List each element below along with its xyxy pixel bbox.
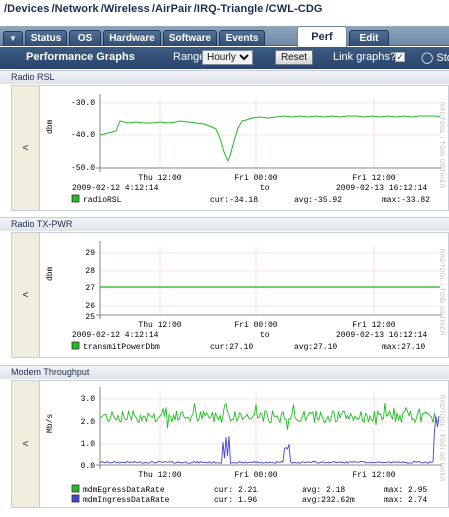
txpwr-watermark: RRDTOOL / TOBI OETIKER	[438, 249, 444, 336]
toolbar-title: Performance Graphs	[26, 51, 135, 63]
reset-button[interactable]: Reset	[275, 50, 313, 65]
range-label: Range	[173, 51, 206, 63]
txpwr-ytick-4: 25	[85, 313, 95, 322]
txpwr-xtick-2: Fri 12:00	[352, 321, 395, 330]
collapse-modem-throughput-button[interactable]: <	[12, 381, 40, 507]
collapse-radio-tx-pwr-button[interactable]: <	[12, 233, 40, 357]
stop-label: Sto	[436, 52, 449, 64]
rsl-legend-swatch	[71, 194, 80, 203]
rsl-to: to	[260, 184, 270, 193]
tab-edit[interactable]: Edit	[349, 30, 389, 46]
tab-bar: ▼ Status OS Hardware Software Events Per…	[0, 26, 449, 47]
mdmegressdatarate-series-line	[99, 402, 440, 430]
modem-throughput-graph: 3.0 2.0 1.0 0.0 Mb/s Thu 12:00 Fri 00:00…	[40, 381, 448, 507]
rsl-start-date: 2009-02-12 4:12:14	[72, 184, 159, 193]
radio-tx-pwr-panel: < 29 28 27 26 25 dbm Thu 12:00 Fri 00:00…	[11, 232, 449, 358]
txpwr-xtick-1: Fri 00:00	[234, 321, 277, 330]
ingress-legend-cur: cur: 1.96	[214, 496, 257, 505]
egress-legend-max: max: 2.95	[384, 486, 427, 495]
rsl-xtick-0: Thu 12:00	[138, 174, 181, 183]
rsl-legend-max: max:-33.82	[382, 196, 430, 205]
link-graphs-checkbox[interactable]: ✓	[395, 52, 405, 62]
rsl-watermark: RRDTOOL / TOBI OETIKER	[438, 102, 444, 189]
tput-ytick-0: 3.0	[81, 395, 96, 404]
rsl-legend-cur: cur:-34.18	[210, 196, 258, 205]
mdmingressdatarate-series-line	[99, 415, 440, 464]
link-graphs-label: Link graphs?	[333, 51, 396, 63]
ingress-legend-name: mdmIngressDataRate	[83, 496, 170, 505]
txpwr-xtick-0: Thu 12:00	[138, 321, 181, 330]
tab-software[interactable]: Software	[163, 30, 217, 46]
tput-xtick-1: Fri 00:00	[234, 471, 277, 480]
panel-title-radio-rsl: Radio RSL	[0, 70, 449, 84]
tput-ytick-3: 0.0	[81, 462, 96, 471]
radio-rsl-graph: -30.0 -40.0 -50.0 dbm Thu 12:00 Fri 00:0…	[40, 86, 448, 210]
txpwr-ytick-0: 29	[85, 249, 95, 258]
txpwr-ytick-1: 28	[85, 267, 95, 276]
tput-ytick-1: 2.0	[81, 418, 96, 427]
tab-hardware[interactable]: Hardware	[103, 30, 161, 46]
txpwr-legend-max: max:27.10	[382, 343, 425, 352]
throughput-grid	[100, 391, 440, 465]
rsl-legend-name: radioRSL	[83, 196, 122, 205]
ingress-legend-swatch	[71, 494, 80, 503]
perf-toolbar: Performance Graphs Range Hourly Reset Li…	[0, 47, 449, 69]
txpwr-to: to	[260, 331, 270, 340]
tab-menu-arrow-icon[interactable]: ▼	[3, 31, 23, 46]
tab-events[interactable]: Events	[219, 30, 265, 46]
txpwr-ylabel: dbm	[46, 266, 55, 281]
egress-legend-avg: avg: 2.18	[302, 486, 345, 495]
radio-rsl-chart: -30.0 -40.0 -50.0 dbm Thu 12:00 Fri 00:0…	[46, 94, 442, 205]
breadcrumb: /Devices/Network/Wireless/AirPair/IRQ-Tr…	[4, 3, 325, 15]
stop-icon: ◯	[421, 52, 437, 64]
radio-tx-pwr-graph: 29 28 27 26 25 dbm Thu 12:00 Fri 00:00 F…	[40, 233, 448, 357]
egress-legend-swatch	[71, 484, 80, 493]
egress-legend-name: mdmEgressDataRate	[83, 486, 165, 495]
breadcrumb-network[interactable]: /Network	[51, 3, 98, 15]
tput-ylabel: Mb/s	[46, 414, 55, 433]
tab-perf[interactable]: Perf	[297, 26, 347, 47]
rsl-legend-avg: avg:-35.92	[294, 196, 342, 205]
breadcrumb-wireless[interactable]: /Wireless	[101, 3, 150, 15]
stop-button[interactable]: ◯ Sto	[421, 51, 449, 64]
txpwr-start-date: 2009-02-12 4:12:14	[72, 331, 159, 340]
panel-title-modem-throughput: Modem Throughput	[0, 365, 449, 379]
rsl-ytick-0: -30.0	[71, 99, 95, 108]
breadcrumb-cwl-cdg: /CWL-CDG	[265, 3, 323, 15]
rsl-xtick-1: Fri 00:00	[234, 174, 277, 183]
egress-legend-cur: cur: 2.21	[214, 486, 257, 495]
ingress-legend-max: max: 2.74	[384, 496, 427, 505]
tab-status[interactable]: Status	[25, 30, 67, 46]
tput-xtick-2: Fri 12:00	[352, 471, 395, 480]
txpwr-legend-avg: avg:27.10	[294, 343, 337, 352]
range-select[interactable]: Hourly	[202, 50, 253, 65]
txpwr-end-date: 2009-02-13 16:12:14	[336, 331, 427, 340]
txpwr-legend-cur: cur:27.10	[210, 343, 253, 352]
breadcrumb-devices[interactable]: /Devices	[4, 3, 49, 15]
modem-throughput-chart: 3.0 2.0 1.0 0.0 Mb/s Thu 12:00 Fri 00:00…	[46, 387, 442, 505]
collapse-radio-rsl-button[interactable]: <	[12, 86, 40, 210]
rsl-end-date: 2009-02-13 16:12:14	[336, 184, 427, 193]
radio-tx-pwr-chart: 29 28 27 26 25 dbm Thu 12:00 Fri 00:00 F…	[46, 241, 442, 352]
txpwr-ytick-2: 27	[85, 284, 95, 293]
radio-rsl-panel: < -30.0 -40.0 -50.0 dbm Thu 12:00 Fri 00…	[11, 85, 449, 211]
breadcrumb-irq-triangle[interactable]: /IRQ-Triangle	[194, 3, 264, 15]
txpwr-ytick-3: 26	[85, 302, 95, 311]
tput-watermark: RRDTOOL / TOBI OETIKER	[438, 395, 444, 482]
ingress-legend-avg: avg:232.62m	[302, 496, 355, 505]
tput-ytick-2: 1.0	[81, 440, 96, 449]
rsl-ylabel: dbm	[46, 119, 55, 134]
modem-throughput-panel: < 3.0 2.0 1.0 0.0 Mb/s Thu 12:00 Fri 00:…	[11, 380, 449, 508]
txpwr-legend-swatch	[71, 341, 80, 350]
rsl-xtick-2: Fri 12:00	[352, 174, 395, 183]
txpwr-legend-name: transmitPowerDbm	[83, 343, 160, 352]
rsl-ytick-1: -40.0	[71, 131, 95, 140]
tab-os[interactable]: OS	[69, 30, 101, 46]
tput-xtick-0: Thu 12:00	[138, 471, 181, 480]
panel-title-radio-tx-pwr: Radio TX-PWR	[0, 217, 449, 231]
txpwr-grid	[100, 245, 440, 315]
breadcrumb-airpair[interactable]: /AirPair	[152, 3, 192, 15]
rsl-ytick-2: -50.0	[71, 164, 95, 173]
